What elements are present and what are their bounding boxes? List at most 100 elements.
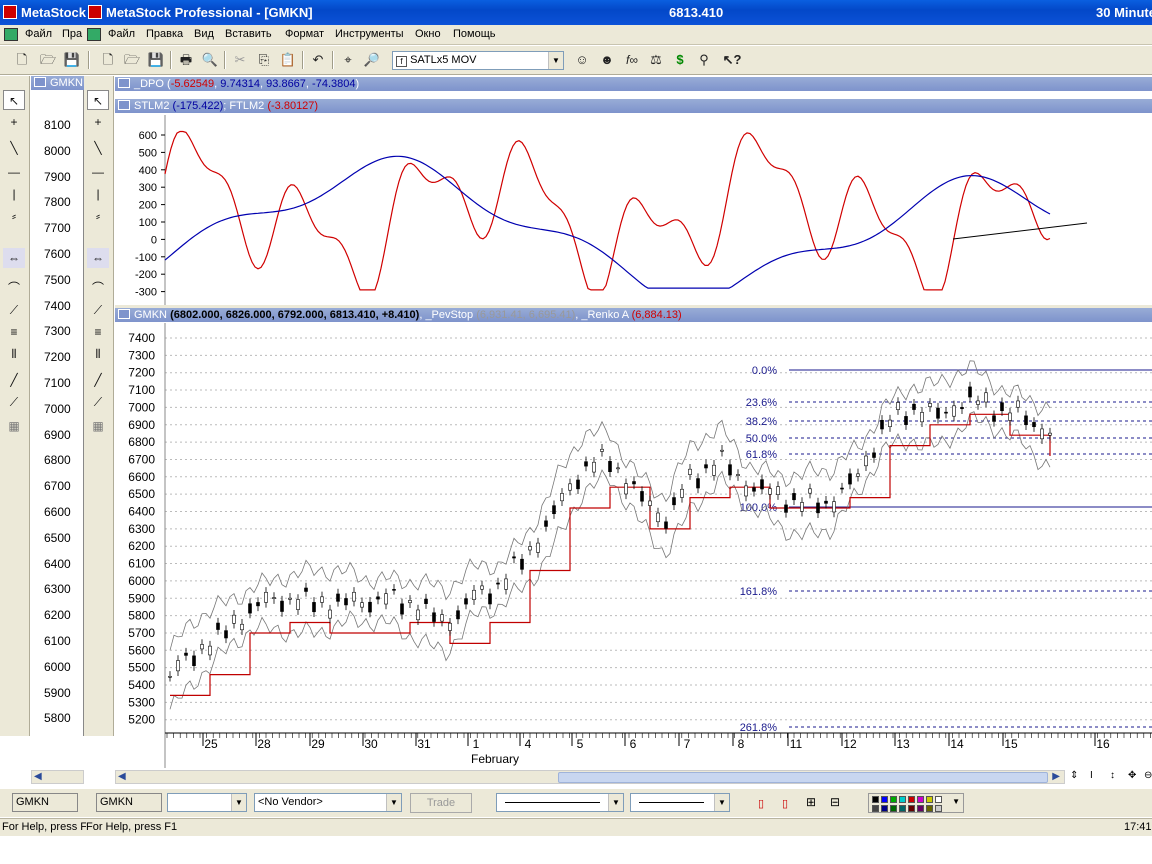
pan-icon[interactable]: ✥ [1128,770,1136,781]
system-tester-icon[interactable]: ⚖ [646,50,666,70]
palette-swatch[interactable] [935,805,942,812]
symbol-field-right[interactable]: GMKN [96,793,162,812]
vertical-line-icon[interactable]: | [3,184,25,204]
price-header[interactable]: GMKN (6802.000, 6826.000, 6792.000, 6813… [115,308,1152,322]
time-zones-icon[interactable]: ⦀ [3,344,25,364]
save-icon-2[interactable]: 💾 [146,50,166,70]
retracement-tool-icon[interactable]: ≡ [3,322,25,342]
zoom-icon[interactable]: 🔎 [362,50,382,70]
chevron-down-icon[interactable]: ▼ [608,794,623,811]
menu-edit[interactable]: Правка [146,28,183,40]
explorer-icon[interactable]: ☻ [597,50,617,70]
palette-swatch[interactable] [890,805,897,812]
scroll-right-icon[interactable]: ▶ [1052,771,1060,782]
print-preview-icon[interactable]: 🔍 [200,50,220,70]
indicator-select[interactable]: f SATLx5 MOV ▼ [392,51,564,70]
doc-window-icon[interactable] [87,28,101,41]
menu-view[interactable]: Вид [194,28,214,40]
gann-fan-icon[interactable]: ⟋ [3,392,25,412]
palette-swatch[interactable] [899,796,906,803]
paste-icon[interactable]: 📋 [278,50,298,70]
oscillator-panel[interactable]: 600 500 400 300 200 100 0 -100 -200 -300 [115,115,1152,305]
expert-advisor-icon[interactable]: ☺ [572,50,592,70]
menu-insert[interactable]: Вставить [225,28,272,40]
vertical-line-icon-2[interactable]: | [87,184,109,204]
grid-tool-icon[interactable]: ▦ [3,416,25,436]
palette-swatch[interactable] [935,796,942,803]
palette-swatch[interactable] [881,805,888,812]
cycle-tool-icon-2[interactable]: ⸗ [87,206,109,226]
price-panel[interactable]: 7400 7300 7200 7100 7000 6900 6800 6700 6600 6500… [115,323,1152,768]
zoom-y-icon[interactable]: ↕ [1110,770,1115,781]
palette-swatch[interactable] [917,805,924,812]
background-chart-window[interactable]: GMKN 8100 8000 7900 7800 7700 7600 7500 7400 730… [31,76,84,736]
palette-swatch[interactable] [890,796,897,803]
symbol-field-left[interactable]: GMKN [12,793,78,812]
open-icon[interactable]: 🗁 [38,50,58,70]
line-style-select[interactable]: ▼ [496,793,624,812]
time-zones-icon-2[interactable]: ⦀ [87,344,109,364]
menu-edit-1[interactable]: Пра [62,28,82,40]
vendor-select[interactable]: <No Vendor> ▼ [254,793,402,812]
palette-swatch[interactable] [872,796,879,803]
trade-button[interactable]: Trade [410,793,472,813]
color-palette[interactable]: ▼ [868,793,964,813]
chevron-down-icon[interactable]: ▼ [952,797,960,806]
gann-fan-icon-2[interactable]: ⟋ [87,392,109,412]
arc-tool-icon-2[interactable]: ⌒ [87,278,109,298]
pointer-tool-icon[interactable]: ↖ [3,90,25,110]
left-scrollbar[interactable]: ◀ [31,770,84,784]
periodicity-select[interactable]: ▼ [167,793,247,812]
chevron-down-icon[interactable]: ▼ [231,794,246,811]
menu-window[interactable]: Окно [415,28,441,40]
save-icon[interactable]: 💾 [62,50,82,70]
line-tool-icon[interactable]: ╱ [3,370,25,390]
copy-icon[interactable]: ⎘ [254,50,274,70]
chevron-down-icon[interactable]: ▼ [548,52,563,69]
line-weight-select[interactable]: ▼ [630,793,730,812]
cursor-icon[interactable]: I [1090,770,1093,781]
child-window-icon[interactable] [4,28,18,41]
cross-tool-icon-2[interactable]: + [87,112,109,132]
palette-swatch[interactable] [899,805,906,812]
palette-swatch[interactable] [908,805,915,812]
menu-file-1[interactable]: Файл [25,28,52,40]
insert-indicator-icon[interactable]: ▯ [782,797,788,810]
chevron-down-icon[interactable]: ▼ [386,794,401,811]
formula-icon[interactable]: f∞ [622,50,642,70]
horizontal-line-icon-2[interactable]: — [87,162,109,182]
dollar-icon[interactable]: $ [670,50,690,70]
move-tool-icon[interactable]: ⇔ [3,248,25,268]
menu-file[interactable]: Файл [108,28,135,40]
binoculars-icon[interactable]: ⚲ [694,50,714,70]
grid-tool-icon-2[interactable]: ▦ [87,416,109,436]
horizontal-line-icon[interactable]: — [3,162,25,182]
dpo-header[interactable]: _DPO (-5.62549, 9.74314, 93.8667, -74.38… [115,77,1152,91]
palette-swatch[interactable] [908,796,915,803]
arc-tool-icon[interactable]: ⌒ [3,278,25,298]
fan-tool-icon[interactable]: ⟋ [3,300,25,320]
palette-swatch[interactable] [872,805,879,812]
insert-object-icon[interactable]: ▯ [758,797,764,810]
menu-tools[interactable]: Инструменты [335,28,404,40]
open-icon-2[interactable]: 🗁 [122,50,142,70]
trendline-tool-icon[interactable]: ╲ [3,138,25,158]
stlm-header[interactable]: STLM2 (-175.422); FTLM2 (-3.80127) [115,99,1152,113]
retracement-tool-icon-2[interactable]: ≡ [87,322,109,342]
zoom-x-icon[interactable]: ⇕ [1070,770,1078,781]
cut-icon[interactable]: ✂ [230,50,250,70]
move-tool-icon-2[interactable]: ⇔ [87,248,109,268]
print-icon[interactable]: 🖶 [176,50,196,70]
target-icon[interactable]: ⊖ [1144,770,1152,781]
cross-tool-icon[interactable]: + [3,112,25,132]
new-icon-2[interactable]: 🗋 [98,50,118,70]
undo-icon[interactable]: ↶ [308,50,328,70]
layout-icon[interactable]: ⊞ [806,795,816,809]
pointer-tool-icon-2[interactable]: ↖ [87,90,109,110]
fan-tool-icon-2[interactable]: ⟋ [87,300,109,320]
chart-scrollbar[interactable]: ◀ ▶ [115,770,1065,784]
cycle-tool-icon[interactable]: ⸗ [3,206,25,226]
crosshair-icon[interactable]: ⌖ [338,50,358,70]
template-icon[interactable]: ⊟ [830,795,840,809]
new-icon[interactable]: 🗋 [12,50,32,70]
